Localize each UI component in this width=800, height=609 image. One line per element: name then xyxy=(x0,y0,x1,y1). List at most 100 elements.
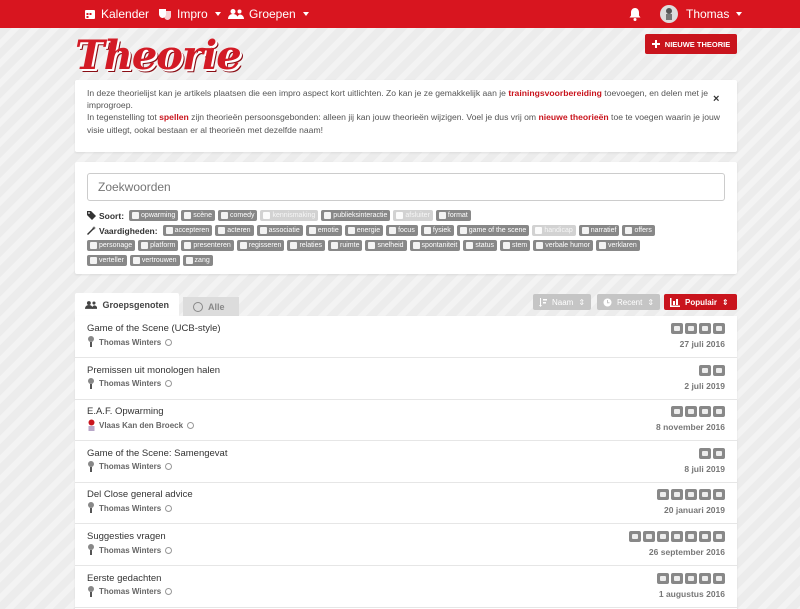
theory-title[interactable]: Game of the Scene (UCB-style) xyxy=(87,323,221,334)
sort-name-button[interactable]: Naam ⇕ xyxy=(533,294,592,310)
filter-tag[interactable]: acteren xyxy=(215,225,254,236)
tag-icon xyxy=(503,242,511,249)
filter-tag[interactable]: comedy xyxy=(217,210,258,221)
filter-tag[interactable]: handicap xyxy=(532,225,576,236)
theory-list-item[interactable]: E.A.F. Opwarming Vlaas Kan den Broeck 8 no… xyxy=(75,399,737,442)
filter-tag[interactable]: narratief xyxy=(578,225,620,236)
skill-icon xyxy=(657,531,669,542)
skill-icon xyxy=(685,489,697,501)
author-name[interactable]: Vlaas Kan den Broeck xyxy=(99,421,183,430)
filter-tag[interactable]: game of the scene xyxy=(456,225,530,236)
filter-tag-label: format xyxy=(447,212,468,219)
theory-title[interactable]: E.A.F. Opwarming xyxy=(87,406,164,417)
tag-icon xyxy=(184,242,192,249)
new-theory-button[interactable]: NIEUWE THEORIE xyxy=(645,34,737,54)
tab-all[interactable]: Alle xyxy=(183,297,239,317)
filter-tag[interactable]: publieksinteractie xyxy=(321,210,391,221)
theory-list-item[interactable]: Eerste gedachten Thomas Winters 1 augustus… xyxy=(75,566,737,608)
filter-tag[interactable]: kennismaking xyxy=(260,210,319,221)
sort-icon: ⇕ xyxy=(647,297,655,307)
theory-title[interactable]: Eerste gedachten xyxy=(87,573,161,584)
author-name[interactable]: Thomas Winters xyxy=(99,462,161,471)
games-link[interactable]: spellen xyxy=(159,112,189,122)
theory-title[interactable]: Premissen uit monologen halen xyxy=(87,365,220,376)
filter-tag-label: publieksinteractie xyxy=(333,212,388,219)
filter-tag-label: handicap xyxy=(544,227,573,234)
filter-tag[interactable]: afsluiter xyxy=(393,210,433,221)
theory-date: 27 juli 2016 xyxy=(679,339,725,349)
filter-tag[interactable]: relaties xyxy=(287,240,326,251)
tab-group-members[interactable]: Groepsgenoten xyxy=(75,293,179,317)
notifications-button[interactable] xyxy=(629,0,641,28)
new-theories-link[interactable]: nieuwe theorieën xyxy=(538,112,608,122)
theory-list-item[interactable]: Premissen uit monologen halen Thomas Wint… xyxy=(75,358,737,400)
filter-tag[interactable]: format xyxy=(435,210,471,221)
author-name[interactable]: Thomas Winters xyxy=(99,504,161,513)
tag-icon xyxy=(132,257,140,264)
close-icon[interactable]: × xyxy=(713,93,719,105)
sort-icon: ⇕ xyxy=(722,297,729,307)
theory-title[interactable]: Suggesties vragen xyxy=(87,531,166,542)
filter-tag-label: comedy xyxy=(229,212,255,219)
theory-title[interactable]: Del Close general advice xyxy=(87,489,193,500)
nav-groups-dropdown[interactable]: Groepen xyxy=(228,0,309,28)
training-link[interactable]: trainingsvoorbereiding xyxy=(508,88,602,98)
theory-list-item[interactable]: Del Close general advice Thomas Winters 20… xyxy=(75,482,737,525)
theory-list-item[interactable]: Game of the Scene (UCB-style) Thomas Wint… xyxy=(75,316,737,358)
filter-tag[interactable]: verbale humor xyxy=(533,240,593,251)
theory-list-item[interactable]: Suggesties vragen Thomas Winters 26 septem… xyxy=(75,524,737,566)
filter-tag[interactable]: emotie xyxy=(305,225,342,236)
tag-icon xyxy=(389,227,397,234)
chart-icon xyxy=(670,297,680,307)
filter-tag[interactable]: ruimte xyxy=(328,240,363,251)
theory-list-item[interactable]: Game of the Scene: Samengevat Thomas Wint… xyxy=(75,441,737,483)
filter-tag[interactable]: spontaniteit xyxy=(409,240,461,251)
filter-tag[interactable]: presenteren xyxy=(181,240,234,251)
user-menu[interactable]: Thomas xyxy=(660,0,743,28)
filter-tag[interactable]: verklaren xyxy=(595,240,640,251)
nav-impro-dropdown[interactable]: Impro xyxy=(158,0,221,28)
filter-tag[interactable]: regisseren xyxy=(236,240,285,251)
filter-tag[interactable]: accepteren xyxy=(162,225,213,236)
author-name[interactable]: Thomas Winters xyxy=(99,379,161,388)
author-name[interactable]: Thomas Winters xyxy=(99,338,161,347)
author-name[interactable]: Thomas Winters xyxy=(99,587,161,596)
filter-tag[interactable]: opwarming xyxy=(129,210,179,221)
theory-author: Thomas Winters xyxy=(87,544,173,556)
plus-icon xyxy=(651,40,660,48)
filter-tag-label: acteren xyxy=(227,227,251,234)
filter-tag[interactable]: zang xyxy=(182,255,213,266)
author-name[interactable]: Thomas Winters xyxy=(99,546,161,555)
filter-tag[interactable]: offers xyxy=(622,225,655,236)
theory-title[interactable]: Game of the Scene: Samengevat xyxy=(87,448,227,459)
skill-icon xyxy=(657,489,669,501)
search-input[interactable] xyxy=(87,173,725,201)
filter-tag[interactable]: personage xyxy=(87,240,136,251)
filter-tag[interactable]: verteller xyxy=(87,255,127,266)
filter-tag[interactable]: stem xyxy=(500,240,531,251)
filter-tag[interactable]: fysiek xyxy=(420,225,454,236)
filter-tag[interactable]: scène xyxy=(181,210,215,221)
tag-icon xyxy=(324,212,332,219)
filter-tag[interactable]: associatie xyxy=(256,225,303,236)
tag-icon xyxy=(141,242,149,249)
filter-tag[interactable]: platform xyxy=(138,240,179,251)
filter-tag[interactable]: vertrouwen xyxy=(129,255,180,266)
bell-icon xyxy=(629,7,641,21)
filter-tag[interactable]: snelheid xyxy=(365,240,407,251)
filter-tag[interactable]: energie xyxy=(344,225,384,236)
nav-calendar[interactable]: Kalender xyxy=(84,0,149,28)
globe-icon xyxy=(165,380,173,388)
sort-filter-row: Soort: opwarming scène comedy kennismaking p… xyxy=(87,210,471,221)
theory-tag-icons xyxy=(699,447,725,459)
sort-recent-button[interactable]: Recent ⇕ xyxy=(597,294,661,310)
filter-tag[interactable]: status xyxy=(463,240,498,251)
sort-popular-button[interactable]: Populair ⇕ xyxy=(664,294,737,310)
theory-author: Thomas Winters xyxy=(87,585,173,598)
filter-tag[interactable]: focus xyxy=(386,225,418,236)
tag-icon xyxy=(423,227,431,234)
filter-tag-label: status xyxy=(475,242,495,249)
skill-icon xyxy=(699,364,711,376)
tag-icon xyxy=(598,242,606,249)
filter-tag-label: regisseren xyxy=(248,242,282,249)
